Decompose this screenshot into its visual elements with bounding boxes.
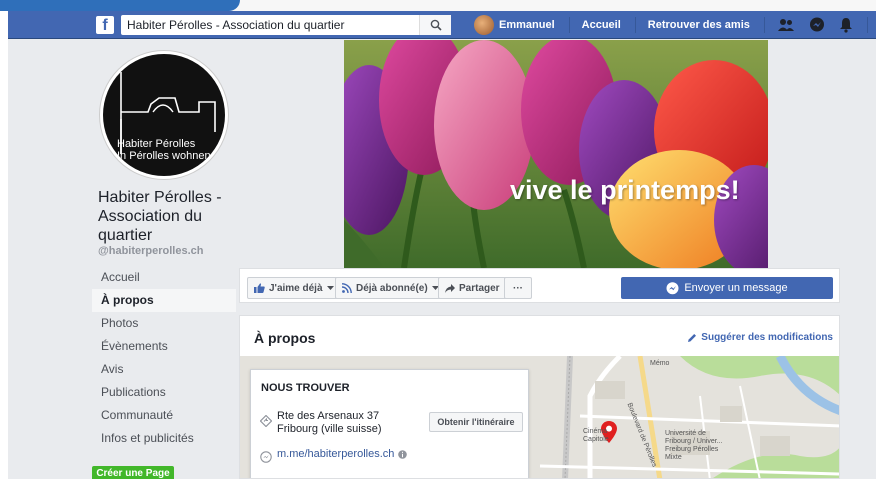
user-avatar[interactable] (474, 15, 494, 35)
location-diamond-icon (260, 415, 272, 427)
like-button-label: J'aime déjà (269, 282, 323, 294)
find-us-title: NOUS TROUVER (261, 382, 350, 394)
info-icon[interactable] (398, 449, 408, 459)
suggest-edits-label: Suggérer des modifications (701, 332, 833, 343)
pencil-icon (688, 333, 697, 342)
cover-caption: vive le printemps! (510, 175, 740, 205)
friend-requests-icon[interactable] (777, 18, 795, 32)
nav-divider (634, 17, 636, 33)
page-handle[interactable]: @habiterperolles.ch (98, 245, 203, 257)
create-page-button[interactable]: Créer une Page (92, 466, 174, 479)
thumbs-up-icon (254, 283, 265, 293)
page-action-bar: J'aime déjà Déjà abonné(e) Partager ··· … (239, 268, 840, 303)
nav-divider (568, 17, 570, 33)
address-line: Fribourg (ville suisse) (277, 423, 382, 435)
notifications-bell-icon[interactable] (839, 17, 853, 33)
facebook-top-bar: f Emmanuel Accueil Retrouver des amis ? (8, 11, 876, 39)
sidebar-item-photos[interactable]: Photos (92, 312, 236, 335)
facebook-logo-icon[interactable]: f (96, 16, 114, 34)
more-options-button[interactable]: ··· (504, 277, 532, 299)
messenger-link[interactable]: m.me/habiterperolles.ch (277, 448, 408, 460)
share-button-label: Partager (459, 282, 500, 294)
profile-logo: Habiter Pérolles In Pérolles wohnen (103, 54, 225, 176)
nav-profile-link[interactable]: Emmanuel (499, 19, 555, 31)
nav-find-friends-link[interactable]: Retrouver des amis (648, 19, 750, 31)
nav-divider (763, 17, 765, 33)
messenger-icon[interactable] (809, 17, 825, 33)
sidebar-item-events[interactable]: Évènements (92, 335, 236, 358)
find-us-card: NOUS TROUVER Rte des Arsenaux 37 Fribour… (250, 369, 529, 478)
logo-text-line: In Pérolles wohnen (117, 150, 211, 162)
sidebar-item-reviews[interactable]: Avis (92, 358, 236, 381)
address-line: Rte des Arsenaux 37 (277, 410, 380, 422)
nav-divider (866, 17, 868, 33)
send-message-button[interactable]: Envoyer un message (621, 277, 833, 299)
map-label: Cinéma Capitole (583, 428, 609, 443)
map-label: Université de Fribourg / Univer... Freib… (665, 430, 723, 461)
messenger-link-text: m.me/habiterperolles.ch (277, 448, 395, 460)
messenger-outline-icon (260, 451, 272, 463)
like-button[interactable]: J'aime déjà (247, 277, 341, 299)
left-nav: Accueil À propos Photos Évènements Avis … (92, 266, 236, 450)
page-title[interactable]: Habiter Pérolles - Association du quarti… (98, 188, 228, 245)
chevron-down-icon (326, 285, 334, 290)
rss-feed-icon (342, 283, 352, 293)
send-message-label: Envoyer un message (684, 282, 788, 294)
search-box (121, 15, 451, 35)
sidebar-item-about[interactable]: À propos (92, 289, 236, 312)
sidebar-item-posts[interactable]: Publications (92, 381, 236, 404)
address[interactable]: Rte des Arsenaux 37 Fribourg (ville suis… (277, 410, 382, 436)
browser-tab-shape (0, 0, 240, 11)
sidebar-item-info-ads[interactable]: Infos et publicités (92, 427, 236, 450)
share-arrow-icon (445, 283, 455, 293)
map-label: Mémo (650, 360, 670, 367)
profile-logo-text: Habiter Pérolles In Pérolles wohnen (117, 138, 211, 162)
top-nav: Emmanuel Accueil Retrouver des amis ? (474, 11, 876, 39)
page-body: Habiter Pérolles In Pérolles wohnen Habi… (8, 39, 876, 479)
sidebar-item-home[interactable]: Accueil (92, 266, 236, 289)
logo-text-line: Habiter Pérolles (117, 138, 196, 150)
about-section: À propos Suggérer des modifications Univ… (239, 315, 840, 479)
browser-top-strip (0, 0, 876, 11)
suggest-edits-link[interactable]: Suggérer des modifications (687, 332, 833, 343)
cover-photo[interactable]: vive le printemps! (344, 40, 768, 268)
sidebar-item-community[interactable]: Communauté (92, 404, 236, 427)
search-button[interactable] (419, 15, 451, 35)
search-icon (430, 19, 442, 31)
messenger-icon (666, 281, 679, 294)
search-input[interactable] (121, 15, 411, 35)
follow-button[interactable]: Déjà abonné(e) (335, 277, 446, 299)
follow-button-label: Déjà abonné(e) (356, 282, 428, 294)
tulips-image (344, 40, 768, 268)
nav-home-link[interactable]: Accueil (582, 19, 621, 31)
profile-picture[interactable]: Habiter Pérolles In Pérolles wohnen (99, 50, 229, 180)
about-section-title: À propos (254, 330, 316, 346)
get-directions-button[interactable]: Obtenir l'itinéraire (429, 412, 523, 432)
share-button[interactable]: Partager (438, 277, 507, 299)
